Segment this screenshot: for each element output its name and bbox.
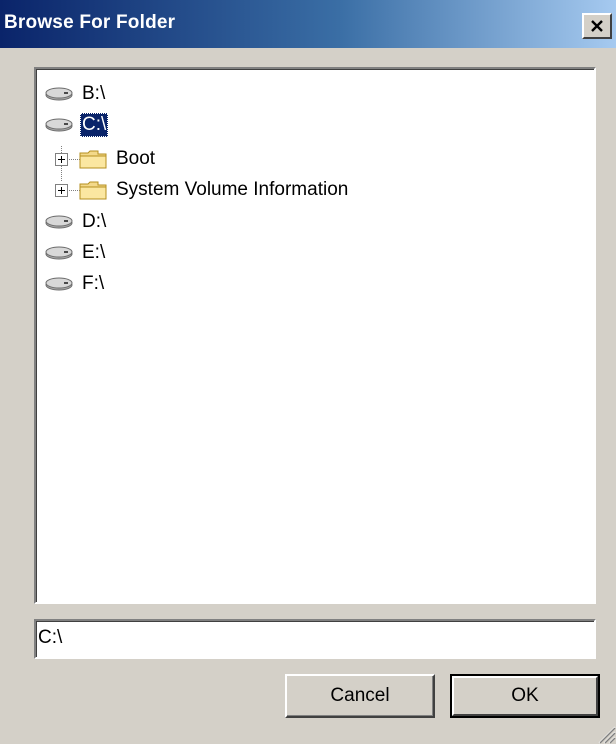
- drive-icon: [45, 246, 73, 260]
- tree-item-label: E:\: [82, 242, 106, 263]
- browse-for-folder-dialog: Browse For Folder B:\ C:\ Boot System Vo…: [0, 0, 616, 744]
- ok-button[interactable]: OK: [450, 674, 600, 718]
- drive-icon: [45, 118, 73, 132]
- expand-plus-icon[interactable]: [55, 152, 68, 166]
- tree-item-label: Boot: [116, 148, 156, 169]
- resize-grip-icon[interactable]: [594, 722, 616, 744]
- tree-item-f-drive[interactable]: F:\: [44, 270, 106, 298]
- window-title: Browse For Folder: [4, 12, 176, 33]
- title-bar[interactable]: Browse For Folder: [0, 0, 616, 48]
- tree-item-e-drive[interactable]: E:\: [44, 239, 107, 267]
- expand-plus-icon[interactable]: [55, 183, 68, 197]
- cancel-button[interactable]: Cancel: [285, 674, 435, 718]
- close-button[interactable]: [582, 13, 612, 39]
- tree-item-label: F:\: [82, 273, 105, 294]
- folder-tree[interactable]: B:\ C:\ Boot System Volume Information D…: [34, 67, 596, 604]
- tree-item-label: B:\: [82, 83, 106, 104]
- folder-path-field[interactable]: C:\: [34, 619, 596, 659]
- drive-icon: [45, 87, 73, 101]
- drive-icon: [45, 215, 73, 229]
- ok-button-label: OK: [511, 685, 539, 706]
- drive-icon: [45, 277, 73, 291]
- tree-item-d-drive[interactable]: D:\: [44, 208, 108, 236]
- tree-item-system-volume-information[interactable]: System Volume Information: [55, 176, 350, 204]
- tree-item-label: System Volume Information: [116, 179, 349, 200]
- tree-item-label: D:\: [82, 211, 107, 232]
- folder-icon: [79, 181, 107, 200]
- cancel-button-label: Cancel: [330, 685, 390, 706]
- tree-item-label: C:\: [80, 113, 109, 137]
- tree-item-c-drive[interactable]: C:\: [44, 111, 109, 139]
- tree-item-boot[interactable]: Boot: [55, 145, 157, 173]
- close-icon: [591, 20, 603, 32]
- tree-item-b-drive[interactable]: B:\: [44, 80, 107, 108]
- folder-icon: [79, 150, 107, 169]
